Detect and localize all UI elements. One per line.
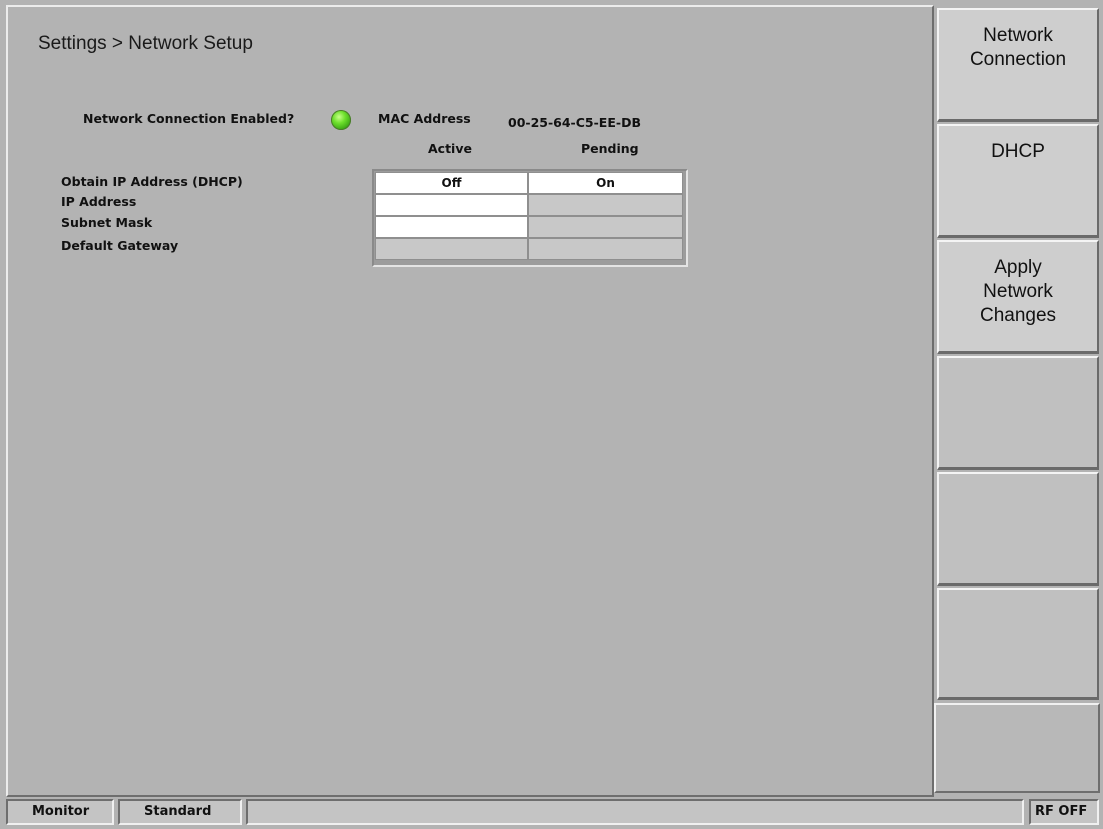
- column-header-pending: Pending: [581, 141, 639, 156]
- status-message-area: [246, 799, 1024, 825]
- status-rf-state: RF OFF: [1029, 799, 1099, 825]
- dhcp-softkey[interactable]: DHCP: [937, 124, 1099, 238]
- page-title: Settings > Network Setup: [38, 33, 253, 54]
- blank-softkey-5[interactable]: [937, 472, 1099, 586]
- main-panel: Settings > Network Setup Network Connect…: [6, 5, 934, 797]
- subnet-mask-active-cell[interactable]: [375, 216, 528, 238]
- column-header-active: Active: [428, 141, 472, 156]
- status-mode: Monitor: [6, 799, 114, 825]
- ip-address-pending-cell: [528, 194, 683, 216]
- default-gateway-active-cell: [375, 238, 528, 260]
- network-settings-table: Off On: [372, 169, 688, 267]
- network-enabled-label: Network Connection Enabled?: [83, 111, 295, 126]
- default-gateway-pending-cell: [528, 238, 683, 260]
- mac-address-label: MAC Address: [378, 111, 471, 126]
- blank-softkey-4[interactable]: [937, 356, 1099, 470]
- row-label-dhcp: Obtain IP Address (DHCP): [61, 174, 243, 189]
- blank-softkey-6[interactable]: [937, 588, 1099, 700]
- network-connection-softkey[interactable]: Network Connection: [937, 8, 1099, 122]
- mac-address-value: 00-25-64-C5-EE-DB: [508, 115, 641, 130]
- blank-softkey-7: [934, 703, 1100, 793]
- network-status-led-icon: [331, 110, 351, 130]
- subnet-mask-pending-cell: [528, 216, 683, 238]
- status-standard: Standard: [118, 799, 242, 825]
- dhcp-pending-cell[interactable]: On: [528, 172, 683, 194]
- row-label-subnet-mask: Subnet Mask: [61, 215, 153, 230]
- apply-network-changes-softkey[interactable]: Apply Network Changes: [937, 240, 1099, 354]
- dhcp-active-cell[interactable]: Off: [375, 172, 528, 194]
- row-label-default-gateway: Default Gateway: [61, 238, 179, 253]
- row-label-ip-address: IP Address: [61, 194, 137, 209]
- ip-address-active-cell[interactable]: [375, 194, 528, 216]
